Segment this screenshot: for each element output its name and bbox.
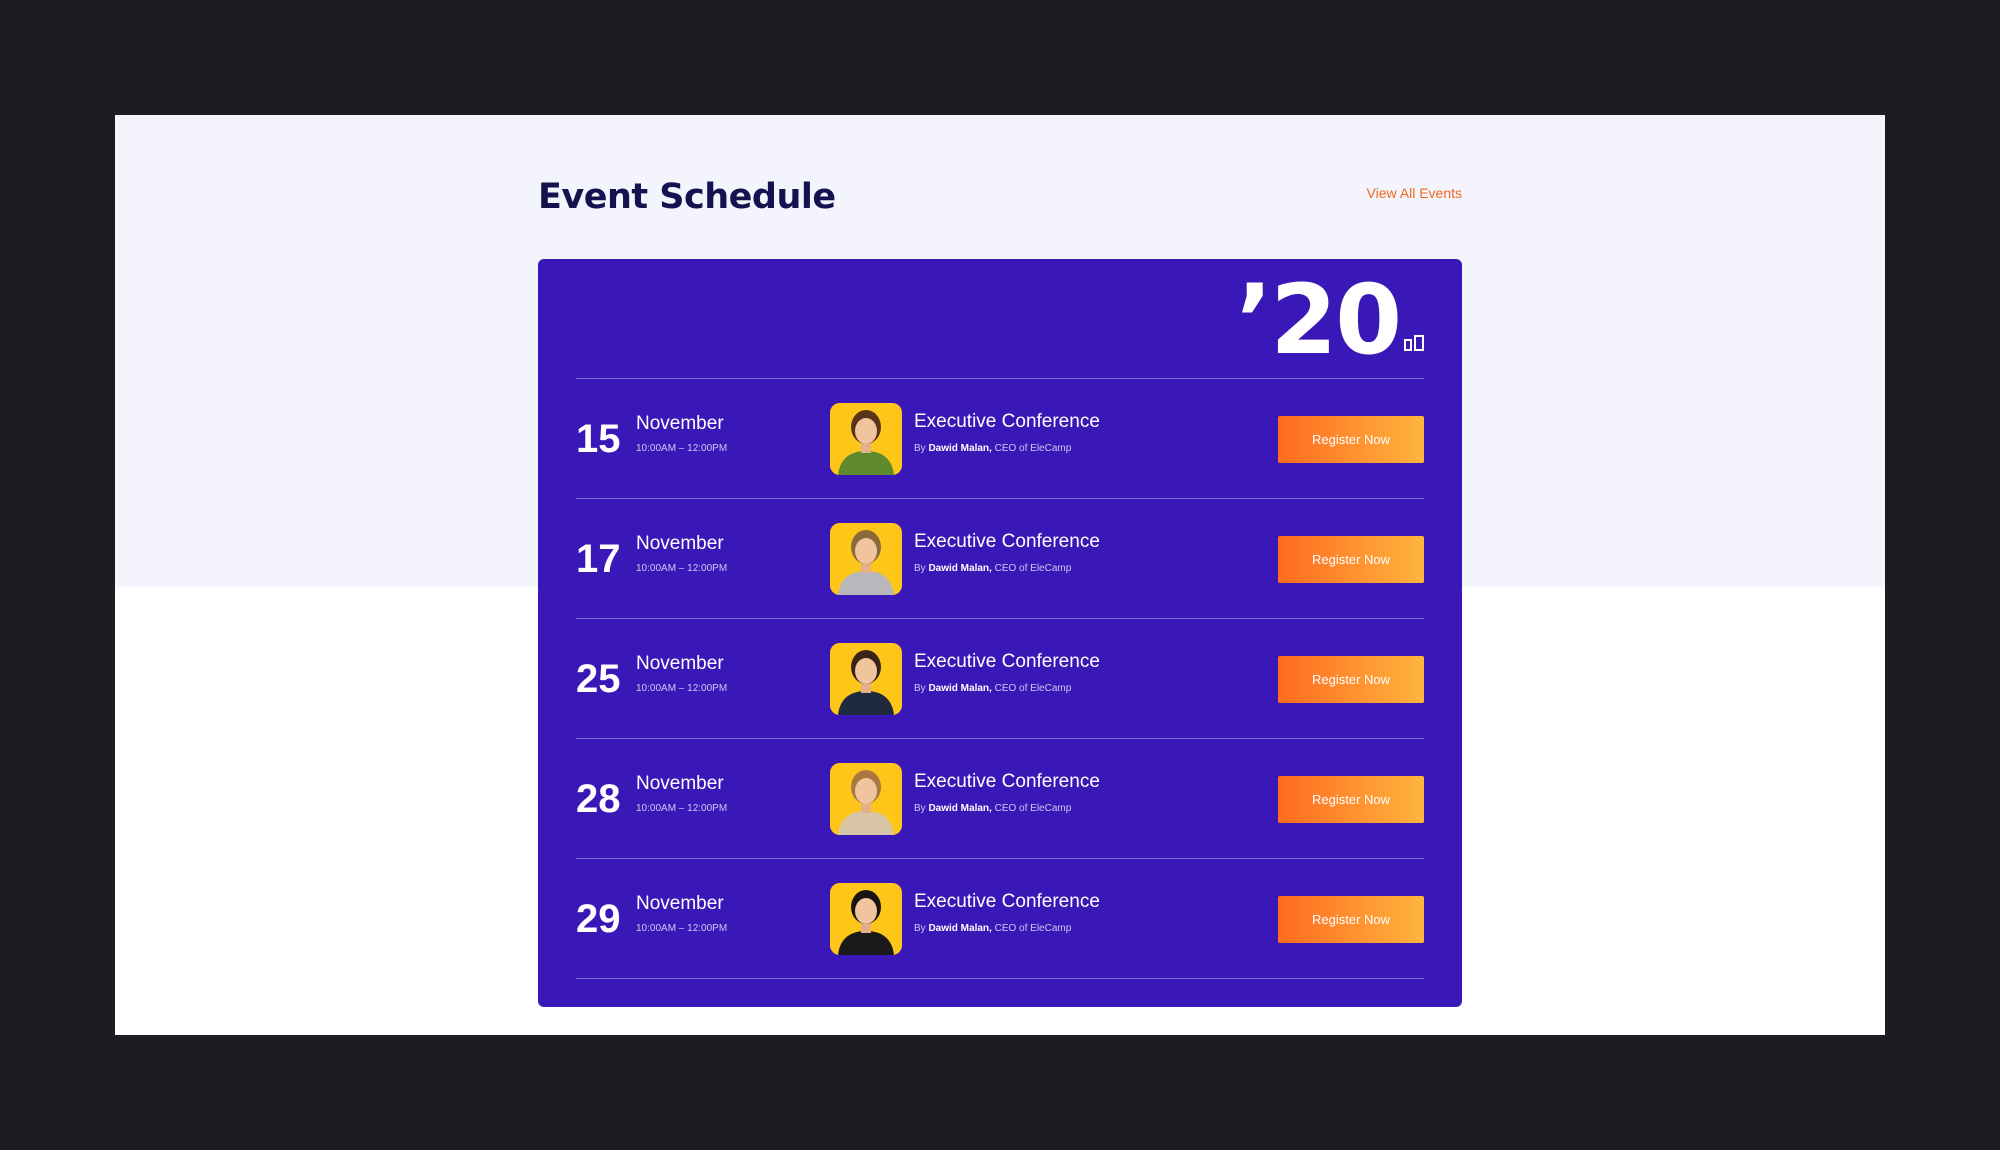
event-month: November <box>636 413 724 434</box>
by-prefix: By <box>914 443 926 454</box>
event-speaker: By Dawid Malan, CEO of EleCamp <box>914 563 1071 574</box>
event-time: 10:00AM – 12:00PM <box>636 683 728 694</box>
portrait-face <box>855 778 877 804</box>
page-title: Event Schedule <box>538 177 836 217</box>
speaker-avatar <box>830 883 902 955</box>
speaker-avatar <box>830 403 902 475</box>
event-row: 29 November 10:00AM – 12:00PM Executive … <box>576 859 1424 979</box>
event-month: November <box>636 773 724 794</box>
event-day: 17 <box>576 537 621 581</box>
register-now-button[interactable]: Register Now <box>1278 776 1424 823</box>
speaker-name: Dawid Malan, <box>928 563 992 574</box>
event-title: Executive Conference <box>914 531 1100 552</box>
event-day: 25 <box>576 657 621 701</box>
page-frame: Event Schedule View All Events ’20 15 No… <box>115 115 1885 1035</box>
register-now-button[interactable]: Register Now <box>1278 536 1424 583</box>
person-portrait-icon <box>830 643 902 715</box>
speaker-role: CEO of EleCamp <box>994 563 1072 574</box>
event-row: 25 November 10:00AM – 12:00PM Executive … <box>576 619 1424 739</box>
person-portrait-icon <box>830 403 902 475</box>
view-all-events-link[interactable]: View All Events <box>1367 185 1462 201</box>
speaker-role: CEO of EleCamp <box>994 443 1072 454</box>
by-prefix: By <box>914 683 926 694</box>
event-time: 10:00AM – 12:00PM <box>636 923 728 934</box>
register-now-button[interactable]: Register Now <box>1278 896 1424 943</box>
section-header: Event Schedule View All Events <box>538 167 1462 227</box>
portrait-face <box>855 898 877 924</box>
event-month: November <box>636 533 724 554</box>
year-badge: ’20 <box>1236 265 1424 375</box>
portrait-face <box>855 538 877 564</box>
event-day: 28 <box>576 777 621 821</box>
missing-glyph-icon <box>1404 335 1424 351</box>
by-prefix: By <box>914 803 926 814</box>
event-row: 15 November 10:00AM – 12:00PM Executive … <box>576 379 1424 499</box>
person-portrait-icon <box>830 763 902 835</box>
speaker-name: Dawid Malan, <box>928 923 992 934</box>
event-speaker: By Dawid Malan, CEO of EleCamp <box>914 683 1071 694</box>
speaker-role: CEO of EleCamp <box>994 683 1072 694</box>
speaker-avatar <box>830 763 902 835</box>
speaker-avatar <box>830 523 902 595</box>
by-prefix: By <box>914 923 926 934</box>
event-speaker: By Dawid Malan, CEO of EleCamp <box>914 443 1071 454</box>
event-row: 17 November 10:00AM – 12:00PM Executive … <box>576 499 1424 619</box>
event-speaker: By Dawid Malan, CEO of EleCamp <box>914 803 1071 814</box>
event-day: 15 <box>576 417 621 461</box>
event-row: 28 November 10:00AM – 12:00PM Executive … <box>576 739 1424 859</box>
speaker-name: Dawid Malan, <box>928 803 992 814</box>
schedule-card: ’20 15 November 10:00AM – 12:00PM Execut… <box>538 259 1462 1007</box>
portrait-face <box>855 418 877 444</box>
year-text: ’20 <box>1235 264 1402 376</box>
speaker-avatar <box>830 643 902 715</box>
person-portrait-icon <box>830 883 902 955</box>
event-day: 29 <box>576 897 621 941</box>
event-time: 10:00AM – 12:00PM <box>636 563 728 574</box>
event-title: Executive Conference <box>914 651 1100 672</box>
event-title: Executive Conference <box>914 771 1100 792</box>
portrait-face <box>855 658 877 684</box>
speaker-name: Dawid Malan, <box>928 683 992 694</box>
event-title: Executive Conference <box>914 891 1100 912</box>
person-portrait-icon <box>830 523 902 595</box>
speaker-role: CEO of EleCamp <box>994 923 1072 934</box>
event-time: 10:00AM – 12:00PM <box>636 443 728 454</box>
speaker-name: Dawid Malan, <box>928 443 992 454</box>
event-speaker: By Dawid Malan, CEO of EleCamp <box>914 923 1071 934</box>
register-now-button[interactable]: Register Now <box>1278 416 1424 463</box>
event-month: November <box>636 653 724 674</box>
event-month: November <box>636 893 724 914</box>
event-time: 10:00AM – 12:00PM <box>636 803 728 814</box>
event-list: 15 November 10:00AM – 12:00PM Executive … <box>576 378 1424 979</box>
register-now-button[interactable]: Register Now <box>1278 656 1424 703</box>
speaker-role: CEO of EleCamp <box>994 803 1072 814</box>
event-title: Executive Conference <box>914 411 1100 432</box>
by-prefix: By <box>914 563 926 574</box>
